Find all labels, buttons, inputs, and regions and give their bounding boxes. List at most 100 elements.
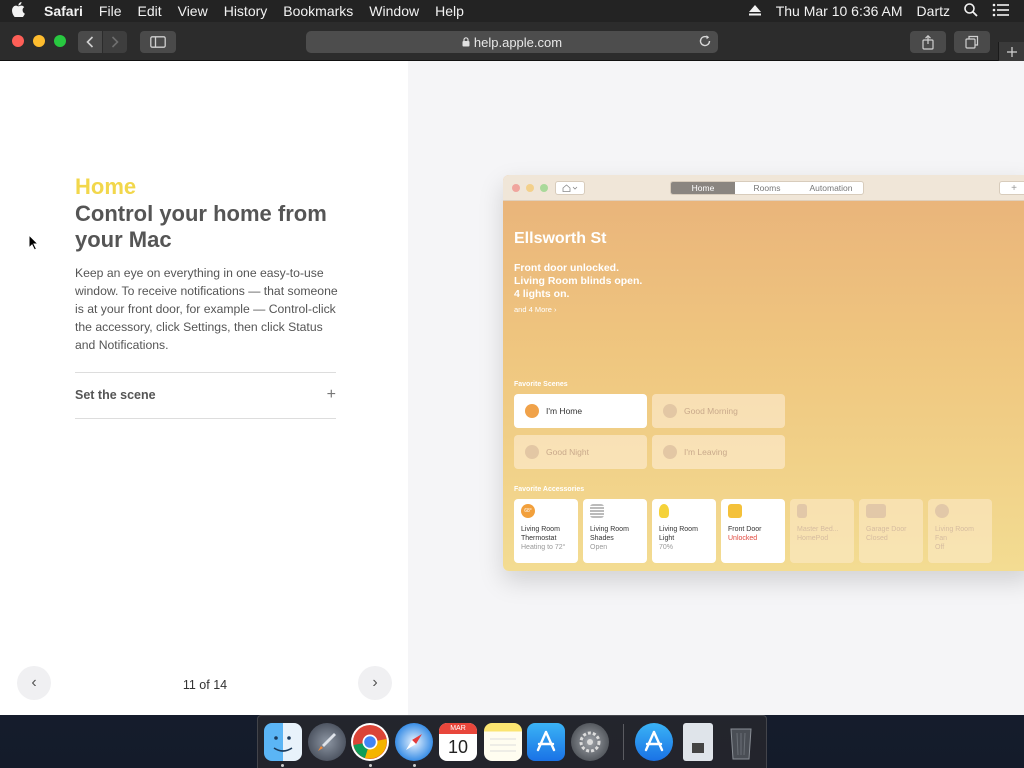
home-app-tabs: Home Rooms Automation — [670, 181, 864, 195]
accessory-tile: Master Bed... HomePod — [790, 499, 854, 563]
accessory-name: Living Room Fan — [935, 526, 974, 542]
page-title: Control your home from your Mac — [75, 201, 327, 252]
system-preferences-icon[interactable] — [571, 723, 609, 761]
safari-icon[interactable] — [395, 723, 433, 761]
menu-app-name[interactable]: Safari — [36, 3, 91, 19]
scene-morning-icon — [663, 404, 677, 418]
more-link: and 4 More › — [514, 305, 557, 314]
menu-edit[interactable]: Edit — [129, 3, 169, 19]
scene-tile: I'm Leaving — [652, 435, 785, 469]
apple-menu-icon[interactable] — [0, 1, 36, 21]
scene-leaving-icon — [663, 445, 677, 459]
scene-label: Good Night — [546, 447, 589, 457]
menu-bookmarks[interactable]: Bookmarks — [275, 3, 361, 19]
browser-toolbar: help.apple.com — [0, 22, 1024, 61]
menu-file[interactable]: File — [91, 3, 130, 19]
window-minimize-button[interactable] — [33, 35, 45, 47]
forward-button[interactable] — [103, 31, 127, 53]
status-line: 4 lights on. — [514, 288, 570, 300]
menu-history[interactable]: History — [216, 3, 276, 19]
dock: MAR 10 — [257, 715, 767, 768]
page-counter: 11 of 14 — [182, 678, 228, 692]
running-indicator — [413, 764, 416, 767]
home-app-screenshot: Home Rooms Automation + Ellsworth St Fro… — [503, 175, 1024, 571]
sidebar-toggle-button[interactable] — [140, 31, 176, 53]
url-text: help.apple.com — [473, 34, 563, 50]
menu-window[interactable]: Window — [361, 3, 427, 19]
divider — [75, 418, 336, 419]
documents-stack-icon[interactable] — [683, 723, 713, 761]
page-content: Home Control your home from your Mac Kee… — [0, 61, 1024, 715]
accessory-tile: Living Room Fan Off — [928, 499, 992, 563]
plus-icon — [1006, 46, 1017, 57]
thermostat-icon: 68° — [521, 504, 535, 518]
finder-icon[interactable] — [264, 723, 302, 761]
divider — [75, 372, 336, 373]
accessory-name: Front Door — [728, 526, 762, 533]
home-status: Front door unlocked. Living Room blinds … — [514, 262, 714, 301]
app-store-downloads-icon[interactable] — [635, 723, 673, 761]
accessory-state: Off — [935, 544, 945, 551]
scene-home-icon — [525, 404, 539, 418]
unlocked-lock-icon — [728, 504, 742, 518]
close-dot — [512, 184, 520, 192]
accessory-state: Unlocked — [728, 535, 758, 542]
menu-help[interactable]: Help — [427, 3, 472, 19]
trash-icon[interactable] — [722, 723, 760, 761]
calendar-icon[interactable]: MAR 10 — [439, 723, 477, 761]
share-button[interactable] — [910, 31, 946, 53]
eject-icon[interactable] — [748, 3, 762, 19]
running-indicator — [369, 764, 372, 767]
scene-tile: I'm Home — [514, 394, 647, 428]
article-body: Keep an eye on everything in one easy-to… — [75, 266, 338, 352]
lightbulb-icon — [659, 504, 669, 518]
accessories-header: Favorite Accessories — [514, 486, 585, 493]
accessory-state: Closed — [866, 535, 888, 542]
previous-page-button[interactable]: ‹ — [17, 666, 51, 700]
spotlight-search-icon[interactable] — [964, 2, 978, 20]
home-name: Ellsworth St — [514, 230, 607, 247]
chrome-icon[interactable] — [351, 723, 389, 761]
accessory-tile: 68° Living Room Thermostat Heating to 72… — [514, 499, 578, 563]
accessory-name: Living Room Thermostat — [521, 526, 560, 542]
new-tab-button[interactable] — [998, 42, 1024, 61]
menu-clock[interactable]: Thu Mar 10 6:36 AM — [776, 3, 903, 19]
menu-bar: Safari File Edit View History Bookmarks … — [0, 0, 1024, 22]
share-icon — [922, 34, 934, 50]
accessory-name: Master Bed... HomePod — [797, 526, 839, 542]
automation-tab: Automation — [809, 183, 853, 193]
accessory-name: Living Room Shades — [590, 526, 629, 542]
tab-overview-button[interactable] — [954, 31, 990, 53]
notification-center-icon[interactable] — [992, 3, 1010, 20]
article-panel: Home Control your home from your Mac Kee… — [0, 61, 408, 715]
window-zoom-button[interactable] — [54, 35, 66, 47]
window-close-button[interactable] — [12, 35, 24, 47]
reload-icon[interactable] — [698, 34, 712, 51]
safari-window: help.apple.com Home Control your home fr… — [0, 22, 1024, 715]
sidebar-icon — [150, 36, 166, 48]
scene-night-icon — [525, 445, 539, 459]
notes-icon[interactable] — [484, 723, 522, 761]
home-app-titlebar: Home Rooms Automation + — [503, 175, 1024, 201]
address-bar[interactable]: help.apple.com — [306, 31, 718, 53]
accessory-state: Open — [590, 544, 608, 551]
fan-icon — [935, 504, 949, 518]
mouse-cursor — [28, 233, 40, 256]
accessory-tile: Front Door Unlocked — [721, 499, 785, 563]
scene-label: I'm Leaving — [684, 447, 728, 457]
menu-user[interactable]: Dartz — [917, 3, 950, 19]
app-store-icon[interactable] — [527, 723, 565, 761]
scene-tile: Good Morning — [652, 394, 785, 428]
set-the-scene-expander[interactable]: Set the scene + — [75, 383, 336, 407]
accessory-name: Living Room Light — [659, 526, 698, 542]
tabs-icon — [965, 35, 979, 49]
menu-view[interactable]: View — [170, 3, 216, 19]
next-page-button[interactable]: › — [358, 666, 392, 700]
rooms-tab: Rooms — [753, 183, 781, 193]
running-indicator — [281, 764, 284, 767]
back-button[interactable] — [78, 31, 102, 53]
status-line: Front door unlocked. — [514, 262, 619, 274]
accessory-tile: Living Room Shades Open — [583, 499, 647, 563]
launchpad-icon[interactable] — [308, 723, 346, 761]
accessory-state: Heating to 72° — [521, 544, 566, 551]
